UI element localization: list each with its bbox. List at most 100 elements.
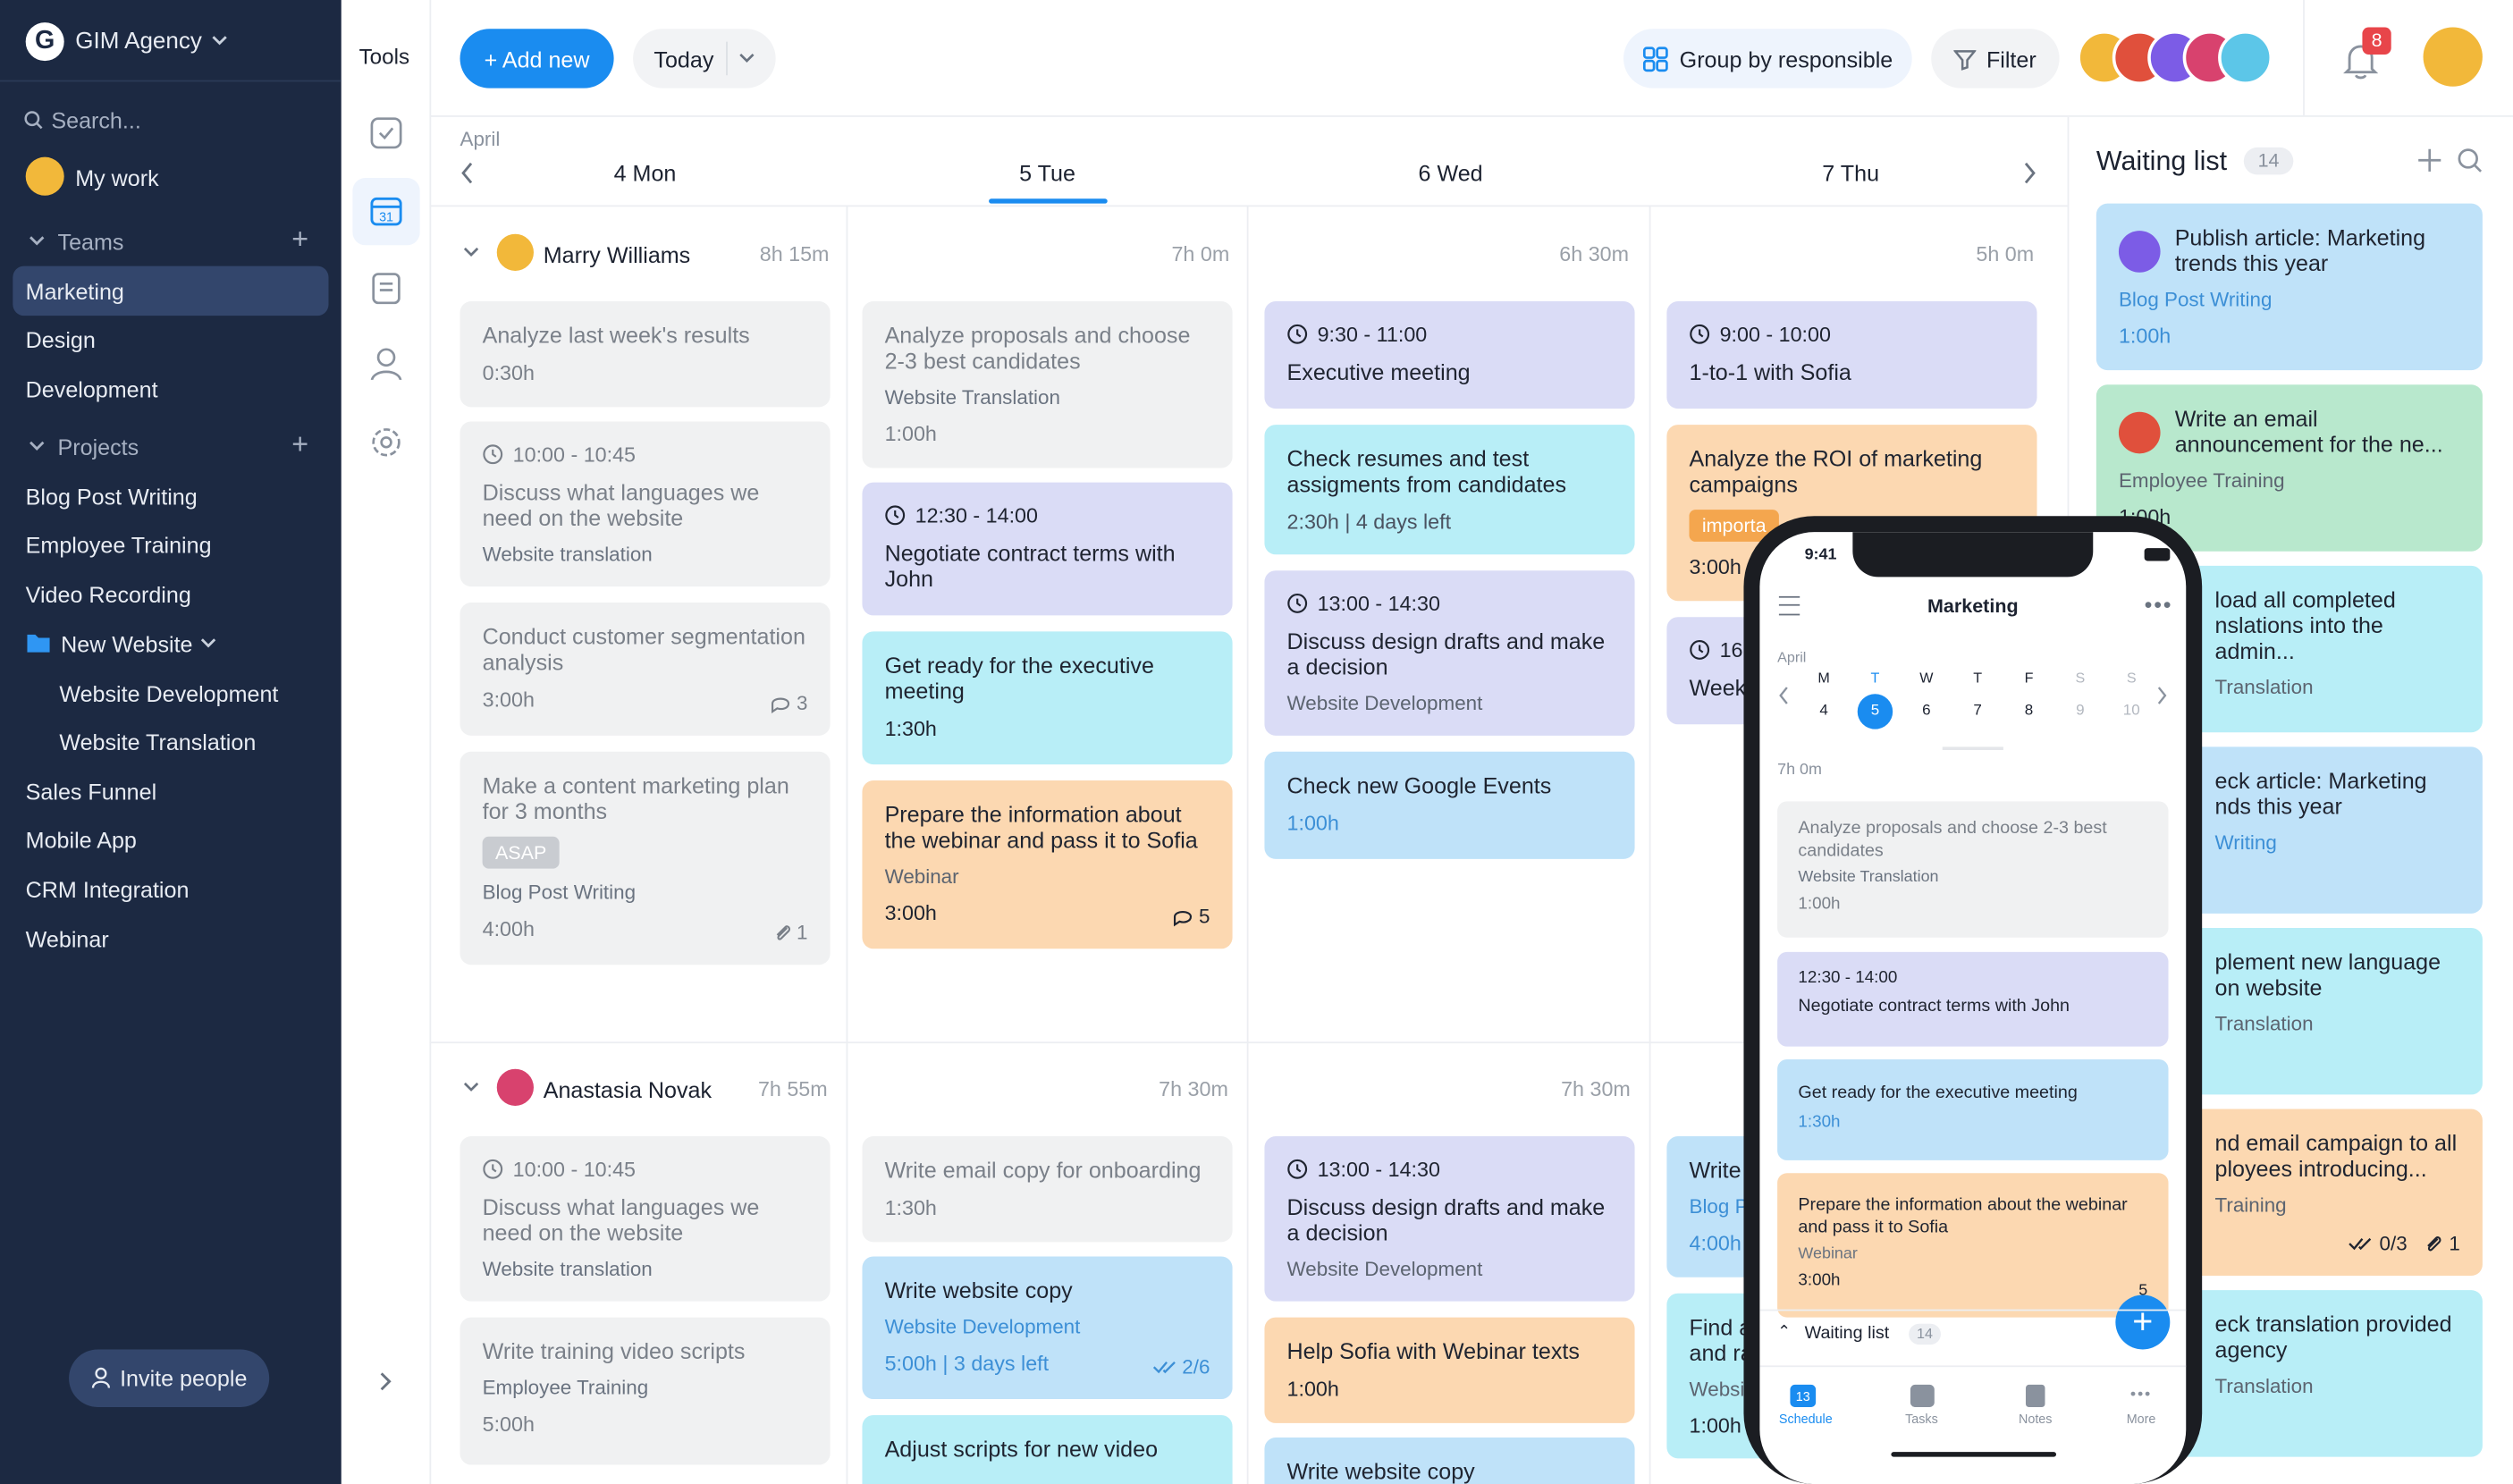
more-icon[interactable]: ••• — [2145, 592, 2173, 618]
task-duration: 0:30h — [482, 360, 535, 385]
sidebar-item-website-translation[interactable]: Website Translation — [59, 729, 256, 755]
workspace-logo[interactable]: G — [25, 22, 64, 62]
tab-tasks[interactable]: Tasks — [1898, 1384, 1946, 1427]
task-card[interactable]: Write website copy Website Development 5… — [862, 1256, 1233, 1400]
task-card[interactable]: Write website copy — [1264, 1438, 1635, 1484]
sidebar-item-video-recording[interactable]: Video Recording — [26, 582, 191, 608]
day-header-tue[interactable]: 5 Tue — [1019, 160, 1075, 186]
add-new-button[interactable]: + Add new — [460, 29, 614, 89]
chevron-down-icon[interactable] — [461, 245, 481, 261]
chevron-down-icon[interactable] — [27, 437, 46, 453]
task-card[interactable]: 9:30 - 11:00 Executive meeting — [1264, 301, 1635, 409]
task-card[interactable]: Write email copy for onboarding 1:30h — [862, 1136, 1233, 1243]
add-project-icon[interactable]: + — [291, 428, 308, 462]
my-work-link[interactable]: My work — [75, 165, 158, 191]
invite-people-button[interactable]: Invite people — [69, 1349, 270, 1407]
task-card[interactable]: Get ready for the executive meeting 1:30… — [1777, 1058, 2169, 1160]
sidebar-item-website-development[interactable]: Website Development — [59, 681, 278, 707]
task-card[interactable]: Adjust scripts for new video — [862, 1414, 1233, 1484]
task-title: Prepare the information about the webina… — [884, 801, 1198, 853]
sidebar-item-development[interactable]: Development — [26, 376, 158, 402]
filter-button[interactable]: Filter — [1931, 29, 2060, 89]
task-card[interactable]: 9:00 - 10:00 1-to-1 with Sofia — [1666, 301, 2037, 409]
task-check-icon[interactable] — [370, 117, 402, 149]
task-title: nd email campaign to all ployees introdu… — [2214, 1129, 2458, 1182]
add-icon[interactable] — [2416, 148, 2442, 173]
phone-clock: 9:41 — [1804, 546, 1837, 565]
chevron-right-icon[interactable] — [2022, 160, 2038, 186]
week-day[interactable]: S 10 — [2112, 670, 2151, 729]
sidebar-item-webinar[interactable]: Webinar — [26, 926, 109, 952]
task-card[interactable]: Analyze proposals and choose 2-3 best ca… — [862, 301, 1233, 468]
sidebar-item-crm-integration[interactable]: CRM Integration — [26, 877, 190, 903]
person-icon[interactable] — [370, 348, 402, 380]
task-card[interactable]: Make a content marketing plan for 3 mont… — [460, 751, 831, 965]
gear-icon[interactable] — [370, 426, 402, 459]
chevron-right-icon[interactable] — [2155, 684, 2168, 706]
task-card[interactable]: 10:00 - 10:45 Discuss what languages we … — [460, 421, 831, 587]
phone-waiting-title[interactable]: Waiting list — [1805, 1324, 1890, 1344]
task-card[interactable]: Check resumes and test assigments from c… — [1264, 425, 1635, 555]
tab-notes[interactable]: Notes — [2011, 1384, 2060, 1427]
task-card[interactable]: Help Sofia with Webinar texts 1:00h — [1264, 1317, 1635, 1423]
workspace-name[interactable]: GIM Agency — [75, 29, 202, 55]
sidebar-item-employee-training[interactable]: Employee Training — [26, 532, 212, 558]
sidebar-item-design[interactable]: Design — [26, 327, 96, 353]
task-title: eck article: Marketing nds this year — [2214, 767, 2427, 820]
day-header-wed[interactable]: 6 Wed — [1419, 160, 1483, 186]
sidebar-item-sales-funnel[interactable]: Sales Funnel — [26, 779, 156, 805]
avatar[interactable] — [2218, 30, 2273, 86]
week-day[interactable]: M4 — [1805, 670, 1843, 729]
tab-schedule[interactable]: 13 Schedule — [1779, 1384, 1833, 1427]
task-card[interactable]: Get ready for the executive meeting 1:30… — [862, 631, 1233, 765]
chevron-down-icon[interactable] — [27, 232, 46, 249]
search-icon[interactable] — [2457, 148, 2483, 173]
chevron-down-icon[interactable] — [461, 1080, 481, 1096]
week-day-letter: M — [1817, 670, 1830, 687]
task-title: Write an email announcement for the ne..… — [2174, 405, 2443, 457]
chevron-down-icon[interactable] — [198, 635, 218, 651]
task-card[interactable]: 10:00 - 10:45 Discuss what languages we … — [460, 1136, 831, 1302]
calendar-icon[interactable]: 31 — [370, 194, 402, 226]
today-button[interactable]: Today — [633, 29, 776, 89]
sidebar-item-new-website[interactable]: New Website — [61, 631, 192, 657]
chevron-left-icon[interactable] — [459, 160, 475, 186]
phone-add-button[interactable]: + — [2115, 1294, 2171, 1350]
chevron-left-icon[interactable] — [1777, 684, 1790, 706]
task-project: Webinar — [1798, 1244, 1858, 1263]
sidebar-item-marketing[interactable]: Marketing — [26, 279, 124, 305]
week-day[interactable]: S9 — [2061, 670, 2099, 729]
tools-label: Tools — [358, 45, 410, 70]
user-avatar[interactable] — [2423, 27, 2483, 87]
week-day[interactable]: W6 — [1907, 670, 1945, 729]
sidebar-item-mobile-app[interactable]: Mobile App — [26, 827, 137, 853]
sidebar-item-blog-post-writing[interactable]: Blog Post Writing — [26, 484, 198, 510]
waiting-list-item[interactable]: Publish article: Marketing trends this y… — [2096, 203, 2483, 371]
task-card[interactable]: Prepare the information about the webina… — [1777, 1173, 2169, 1318]
task-card[interactable]: Conduct customer segmentation analysis 3… — [460, 603, 831, 736]
chevron-down-icon[interactable] — [738, 51, 757, 67]
search-input[interactable]: Search... — [51, 107, 140, 133]
day-header-thu[interactable]: 7 Thu — [1822, 160, 1879, 186]
add-team-icon[interactable]: + — [291, 223, 308, 257]
week-day[interactable]: F8 — [2010, 670, 2048, 729]
task-card[interactable]: Analyze proposals and choose 2-3 best ca… — [1777, 801, 2169, 938]
week-day[interactable]: T5 — [1856, 670, 1894, 729]
task-card[interactable]: 12:30 - 14:00 Negotiate contract terms w… — [862, 482, 1233, 616]
task-card[interactable]: Check new Google Events 1:00h — [1264, 751, 1635, 859]
task-card[interactable]: Write training video scripts Employee Tr… — [460, 1317, 831, 1465]
chevron-right-icon[interactable] — [376, 1370, 392, 1393]
notes-icon[interactable] — [370, 273, 402, 305]
task-card[interactable]: 13:00 - 14:30 Discuss design drafts and … — [1264, 570, 1635, 736]
tab-more[interactable]: ••• More — [2117, 1385, 2165, 1427]
task-title: eck translation provided agency — [2214, 1311, 2452, 1362]
task-card[interactable]: 12:30 - 14:00 Negotiate contract terms w… — [1777, 951, 2169, 1047]
group-by-button[interactable]: Group by responsible — [1623, 29, 1912, 89]
task-card[interactable]: Prepare the information about the webina… — [862, 780, 1233, 949]
chevron-down-icon[interactable] — [210, 32, 230, 48]
day-header-mon[interactable]: 4 Mon — [614, 160, 677, 186]
task-card[interactable]: 13:00 - 14:30 Discuss design drafts and … — [1264, 1136, 1635, 1302]
task-card[interactable]: Analyze last week's results 0:30h — [460, 301, 831, 408]
week-day[interactable]: T7 — [1959, 670, 1997, 729]
chevron-up-icon[interactable]: ⌃ — [1777, 1324, 1791, 1342]
